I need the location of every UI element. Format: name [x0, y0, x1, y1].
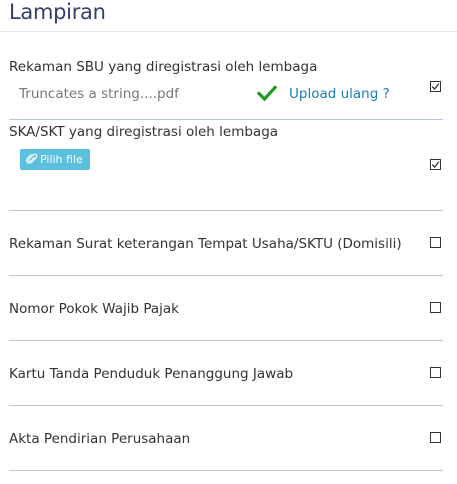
row-divider [9, 405, 443, 406]
check-icon [257, 85, 277, 102]
attachment-checkbox[interactable] [430, 159, 441, 170]
upload-again-link[interactable]: Upload ulang ? [289, 85, 390, 103]
checkbox-checked-icon [431, 161, 440, 168]
attachment-label: Akta Pendirian Perusahaan [9, 431, 191, 447]
row-divider [9, 210, 443, 211]
checkbox-checked-icon [431, 83, 440, 90]
pick-file-button[interactable]: Pilih file [20, 149, 90, 170]
paperclip-icon [26, 153, 38, 164]
attachment-label: Nomor Pokok Wajib Pajak [9, 301, 180, 317]
row-divider [9, 119, 443, 120]
attachment-label: Kartu Tanda Penduduk Penanggung Jawab [9, 366, 294, 382]
attachment-label: SKA/SKT yang diregistrasi oleh lembaga [9, 124, 279, 140]
attachment-label: Rekaman SBU yang diregistrasi oleh lemba… [9, 59, 318, 75]
section-title: Lampiran [9, 0, 106, 24]
row-divider [9, 340, 443, 341]
attachment-checkbox[interactable] [430, 432, 441, 443]
attachment-checkbox[interactable] [430, 81, 441, 92]
row-divider [9, 470, 443, 471]
pick-file-label: Pilih file [40, 153, 83, 166]
attachment-checkbox[interactable] [430, 302, 441, 313]
attachment-checkbox[interactable] [430, 237, 441, 248]
attachment-label: Rekaman Surat keterangan Tempat Usaha/SK… [9, 236, 402, 252]
title-divider [0, 31, 457, 32]
row-divider [9, 275, 443, 276]
uploaded-file-name: Truncates a string....pdf [19, 86, 179, 102]
attachment-checkbox[interactable] [430, 367, 441, 378]
